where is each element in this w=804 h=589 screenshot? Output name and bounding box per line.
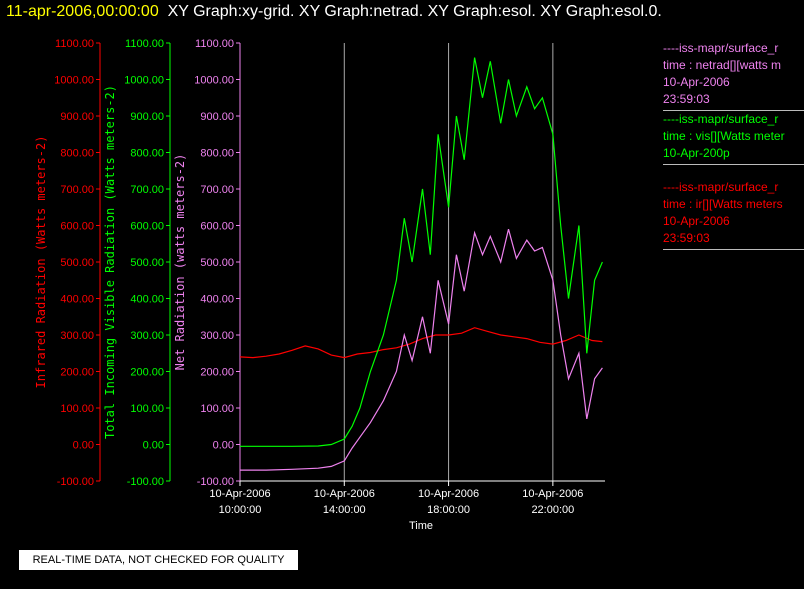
legend-line: ----iss-mapr/surface_r — [663, 41, 779, 55]
y-tick-label-net: 0.00 — [213, 440, 234, 452]
y-tick-label-ir: 800.00 — [60, 148, 94, 160]
y-tick-label-ir: 700.00 — [60, 184, 94, 196]
legend-line: ----iss-mapr/surface_r — [663, 180, 779, 194]
y-tick-label-ir: 300.00 — [60, 330, 94, 342]
y-tick-label-vis: -100.00 — [127, 476, 164, 488]
y-tick-label-vis: 100.00 — [130, 403, 164, 415]
y-tick-label-ir: 400.00 — [60, 294, 94, 306]
y-tick-label-net: 600.00 — [200, 221, 234, 233]
y-tick-label-vis: 800.00 — [130, 148, 164, 160]
y-tick-label-net: -100.00 — [197, 476, 234, 488]
y-tick-label-ir: 200.00 — [60, 367, 94, 379]
y-tick-label-vis: 900.00 — [130, 111, 164, 123]
y-tick-label-vis: 1100.00 — [125, 38, 164, 50]
axes: 1100.00 1000.00 900.00 800.00 700.00 600.00 50… — [34, 38, 605, 532]
y-tick-label-net: 1000.00 — [194, 75, 234, 87]
x-tick-label-time: 14:00:00 — [323, 504, 366, 516]
y-tick-label-net: 100.00 — [200, 403, 234, 415]
y-tick-label-vis: 600.00 — [130, 221, 164, 233]
y-tick-label-net: 700.00 — [200, 184, 234, 196]
y-tick-label-ir: 900.00 — [60, 111, 94, 123]
y-tick-label-vis: 700.00 — [130, 184, 164, 196]
y-tick-label-net: 1100.00 — [195, 38, 234, 50]
series-lines — [239, 57, 603, 471]
legend-line: 10-Apr-2006 — [663, 75, 730, 89]
grid — [343, 43, 554, 481]
x-tick-label-time: 10:00:00 — [219, 504, 262, 516]
y-tick-label-ir: 600.00 — [60, 221, 94, 233]
quality-notice: REAL-TIME DATA, NOT CHECKED FOR QUALITY — [19, 550, 298, 570]
legend-line: 10-Apr-200p — [663, 146, 730, 160]
legend-line: time : ir[][Watts meters — [663, 197, 783, 211]
x-tick-label-time: 22:00:00 — [531, 504, 574, 516]
legend-line: time : netrad[][watts m — [663, 58, 782, 72]
y-tick-label-net: 400.00 — [200, 294, 234, 306]
x-tick-label-time: 18:00:00 — [427, 504, 470, 516]
legend-entry: ----iss-mapr/surface_rtime : netrad[][wa… — [663, 40, 804, 111]
legend-line: 23:59:03 — [663, 231, 710, 245]
legend: ----iss-mapr/surface_rtime : netrad[][wa… — [663, 40, 804, 250]
series-line-ir — [239, 327, 603, 359]
legend-line: ----iss-mapr/surface_r — [663, 112, 779, 126]
x-tick-label-date: 10-Apr-2006 — [418, 488, 479, 500]
y-tick-label-ir: 0.00 — [73, 440, 94, 452]
y-axis-label-net: Net Radiation (watts meters-2) — [173, 154, 187, 371]
y-tick-label-net: 900.00 — [200, 111, 234, 123]
series-line-vis — [240, 57, 603, 447]
y-tick-label-ir: 100.00 — [60, 403, 94, 415]
legend-line: time : vis[][Watts meter — [663, 129, 785, 143]
y-tick-label-ir: -100.00 — [57, 476, 94, 488]
y-tick-label-vis: 500.00 — [130, 257, 164, 269]
y-tick-label-net: 800.00 — [200, 148, 234, 160]
y-tick-label-vis: 400.00 — [130, 294, 164, 306]
legend-line: 23:59:03 — [663, 92, 710, 106]
legend-entry: ----iss-mapr/surface_rtime : ir[][Watts … — [663, 179, 804, 250]
y-tick-label-net: 200.00 — [200, 367, 234, 379]
x-tick-label-date: 10-Apr-2006 — [522, 488, 583, 500]
y-tick-label-vis: 1000.00 — [124, 75, 164, 87]
x-tick-label-date: 10-Apr-2006 — [314, 488, 375, 500]
y-tick-label-net: 500.00 — [200, 257, 234, 269]
y-tick-label-vis: 300.00 — [130, 330, 164, 342]
y-tick-label-ir: 500.00 — [60, 257, 94, 269]
y-tick-label-vis: 200.00 — [130, 367, 164, 379]
legend-entry: ----iss-mapr/surface_rtime : vis[][Watts… — [663, 111, 804, 165]
y-tick-label-net: 300.00 — [200, 330, 234, 342]
y-tick-label-ir: 1100.00 — [55, 38, 94, 50]
y-axis-label-vis: Total Incoming Visible Radiation (Watts … — [103, 85, 117, 439]
y-axis-label-ir: Infrared Radiation (Watts meters-2) — [34, 136, 48, 389]
legend-line: 10-Apr-2006 — [663, 214, 730, 228]
y-tick-label-vis: 0.00 — [143, 440, 164, 452]
x-tick-label-date: 10-Apr-2006 — [209, 488, 270, 500]
y-tick-label-ir: 1000.00 — [54, 75, 94, 87]
x-axis-label: Time — [409, 520, 433, 532]
